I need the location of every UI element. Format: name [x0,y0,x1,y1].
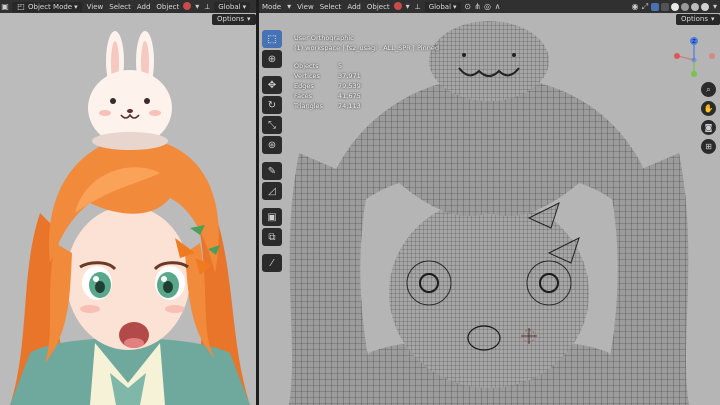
select-box-icon[interactable]: ⬚ [262,30,282,48]
left-menu-add[interactable]: Add [134,3,154,11]
hand-icon[interactable]: ✋ [701,101,716,116]
scene-statistics: Objects 5 Vertices 37,971 Edges 79,539 Face… [294,61,439,111]
left-menu-view[interactable]: View [84,3,107,11]
stat-value: 79,539 [338,82,361,90]
gizmo-z-label: Z [692,39,696,45]
right-menu-select[interactable]: Select [317,3,345,11]
left-mode-label: Object Mode [28,2,73,11]
chevron-down-icon: ▾ [247,15,251,23]
stat-label: Vertices [294,72,320,80]
record-icon[interactable] [182,1,192,12]
stat-value: 41,675 [338,92,361,100]
chevron-down-icon: ▾ [287,2,292,11]
move-icon[interactable]: ✥ [262,76,282,94]
left-menu-object[interactable]: Object [153,3,182,11]
stat-label: Edges [294,82,314,90]
rotate-icon[interactable]: ↻ [262,96,282,114]
zoom-icon[interactable]: ⌕ [701,82,716,97]
grid-icon[interactable]: ⊞ [701,139,716,154]
shading-rendered-icon[interactable] [701,2,709,11]
left-options-label: Options [217,15,245,23]
stat-label: Faces [294,92,313,100]
transform-orientation-icon[interactable]: ⟂ [202,2,212,12]
extrude-icon[interactable]: ⧉ [262,228,282,246]
character-render [0,13,256,405]
cursor-icon[interactable]: ⊕ [262,50,282,68]
right-orientation-label: Global [428,2,452,11]
chevron-down-icon: ▾ [453,2,457,11]
falloff-icon[interactable]: ∧ [493,2,503,11]
annotate-icon[interactable]: ✎ [262,162,282,180]
right-menu-view[interactable]: View [294,3,317,11]
scale-icon[interactable]: ⤡ [262,116,282,134]
brush-icon[interactable]: ⁄ [262,254,282,272]
left-options-button[interactable]: Options ▾ [212,14,256,25]
stat-value: 74,113 [338,102,361,110]
transform-orientation-icon[interactable]: ⟂ [413,2,423,12]
chevron-down-icon: ▾ [712,2,717,11]
visibility-icon[interactable]: ◉ [630,2,640,11]
right-menu-object[interactable]: Object [364,3,393,11]
stat-label: Triangles [294,102,323,110]
stat-label: Objects [294,62,319,70]
proportional-edit-icon[interactable]: ◎ [483,2,493,11]
viewport-info-overlay: User Orthographic (1) workspace | fs2_us… [294,33,439,111]
left-options-wrap: Options ▾ [212,13,256,26]
viewport-nav-buttons: ⌕ ✋ ◙ ⊞ [701,82,716,154]
left-orientation-label: Global [218,2,241,11]
xray-toggle-icon[interactable] [661,2,669,11]
collection-info: (1) workspace | fs2_usagi : ALL_SPR | Pi… [294,44,439,52]
record-icon[interactable] [393,1,403,12]
chevron-down-icon: ▾ [405,2,410,11]
chevron-down-icon: ▾ [711,15,715,23]
shading-wireframe-icon[interactable] [671,2,679,11]
right-options-label: Options [681,15,709,23]
add-cube-icon[interactable]: ▣ [262,208,282,226]
gizmo-x-axis[interactable] [674,53,680,59]
left-orientation-dropdown[interactable]: Global ▾ [214,1,251,12]
tool-shelf: ⬚ ⊕ ✥ ↻ ⤡ ⊛ ✎ ◿ ▣ ⧉ ⁄ [262,30,282,272]
right-menu-add[interactable]: Add [344,3,364,11]
left-mode-dropdown[interactable]: ◰ Object Mode ▾ [12,1,82,12]
blender-window: ▣ ◰ Object Mode ▾ View Select Add Object ▾… [0,0,720,405]
gizmo-neg-x-axis[interactable] [709,53,715,59]
view-name: User Orthographic [294,34,354,42]
left-viewport-render[interactable] [0,13,256,405]
right-options-button[interactable]: Options ▾ [676,14,720,25]
chevron-down-icon: ▾ [74,2,78,11]
chevron-down-icon: ▾ [195,2,200,11]
gizmo-toggle-icon[interactable]: ⤢ [640,2,650,12]
transform-icon[interactable]: ⊛ [262,136,282,154]
editor-type-icon[interactable]: ▣ [0,2,10,11]
overlay-toggle-icon[interactable] [651,2,659,11]
object-mode-icon: ◰ [17,1,25,11]
camera-icon[interactable]: ◙ [701,120,716,135]
left-menu-select[interactable]: Select [106,3,134,11]
chevron-down-icon: ▾ [242,2,247,11]
measure-icon[interactable]: ◿ [262,182,282,200]
right-orientation-dropdown[interactable]: Global ▾ [424,1,461,12]
pivot-icon[interactable]: ⊙ [463,2,473,11]
gizmo-y-axis[interactable] [691,71,697,77]
stat-value: 37,971 [338,72,361,80]
right-mode-dropdown[interactable]: Mode [259,3,284,11]
shading-material-icon[interactable] [691,2,699,11]
left-viewport-header: ▣ ◰ Object Mode ▾ View Select Add Object ▾… [0,0,256,13]
shading-solid-icon[interactable] [681,2,689,11]
stat-value: 5 [338,62,343,70]
right-viewport-header: Mode ▾ View Select Add Object ▾ ⟂ Global… [259,0,720,13]
navigation-gizmo[interactable]: Z [672,34,716,78]
right-options-wrap: Options ▾ [676,13,720,26]
snap-icon[interactable]: ⋔ [473,2,483,11]
